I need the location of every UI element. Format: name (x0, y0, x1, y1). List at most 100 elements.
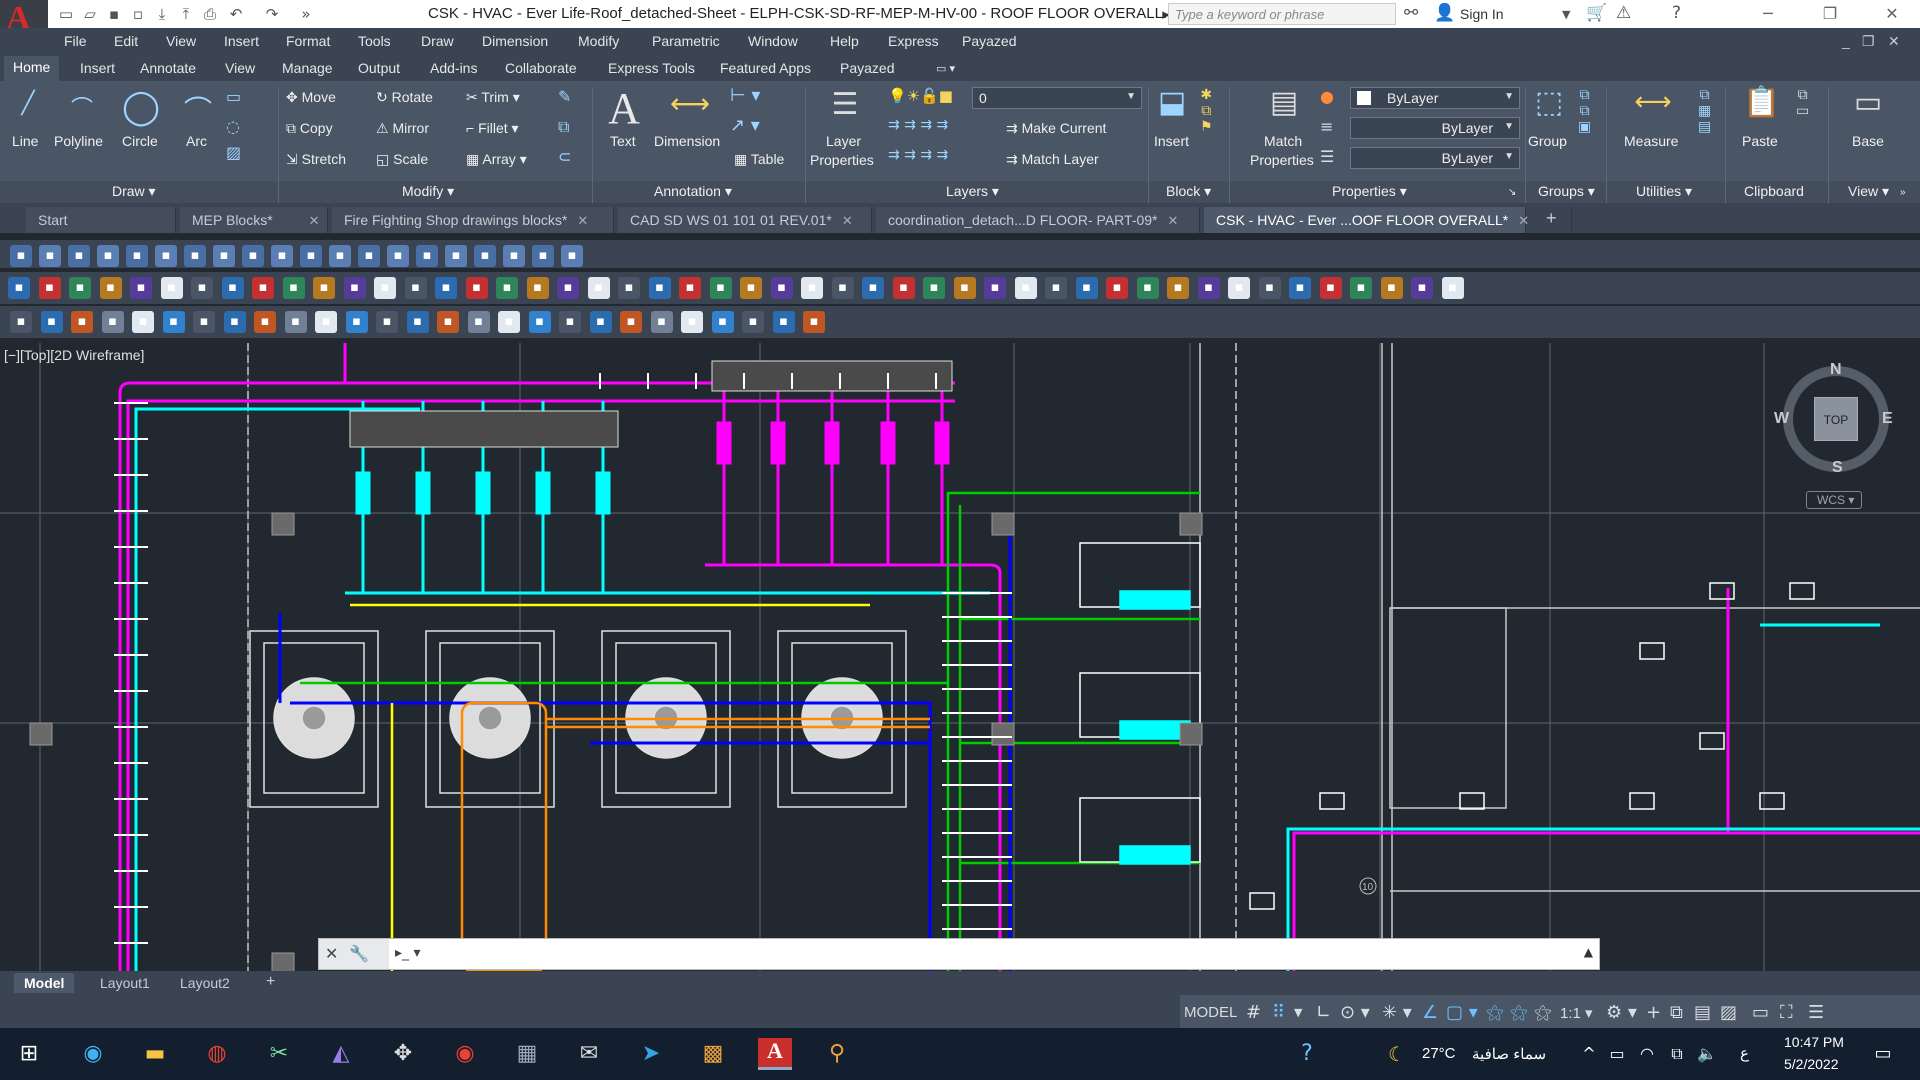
color-wheel-icon[interactable]: ● (1320, 87, 1334, 106)
toolbar-tool-icon[interactable]: ▪ (1075, 277, 1098, 299)
polyline-button[interactable]: Polyline (54, 133, 103, 149)
close-tab-icon[interactable]: ✕ (1168, 213, 1179, 228)
toolbar-tool-icon[interactable]: ▪ (1411, 277, 1433, 299)
draw-panel-title[interactable]: Draw ▾ (112, 183, 156, 200)
ribbon-minimize-icon[interactable]: ▭ ▾ (936, 62, 955, 75)
toolbar-tool-icon[interactable]: ▪ (740, 277, 762, 299)
ribbon-tab-payazed[interactable]: Payazed (840, 60, 894, 76)
array-button[interactable]: ▦ Array ▾ (466, 151, 527, 168)
offset-icon[interactable]: ⊂ (558, 147, 571, 166)
toolbar-tool-icon[interactable]: ▪ (892, 277, 915, 299)
clipboard-tools-icons[interactable]: ⧉ ▭ (1796, 87, 1809, 119)
help-icon[interactable]: ? (1672, 3, 1681, 23)
toolbar-tool-icon[interactable]: ▪ (709, 277, 732, 299)
app-icon-tools[interactable]: ✥ (386, 1038, 420, 1070)
clock-time[interactable]: 10:47 PM (1784, 1034, 1844, 1050)
menu-parametric[interactable]: Parametric (652, 33, 720, 49)
group-tools-icons[interactable]: ⧉ ⧉ ▣ (1578, 87, 1591, 135)
command-history-icon[interactable]: ▲ (1584, 945, 1593, 959)
weather-temperature[interactable]: 27°C (1422, 1045, 1456, 1062)
stretch-button[interactable]: ⇲ Stretch (286, 151, 346, 168)
calculator-icon[interactable]: ▦ (510, 1038, 544, 1070)
annotation-scale-icon[interactable]: ⚝ (1534, 1002, 1552, 1023)
toolbar-tool-icon[interactable]: ▪ (193, 311, 215, 333)
units-icon[interactable]: ⧉ (1670, 1002, 1683, 1023)
toolbar-tool-icon[interactable]: ▪ (831, 277, 854, 299)
doc-tab-csk-hvac[interactable]: CSK - HVAC - Ever ...OOF FLOOR OVERALL* ✕ (1204, 207, 1529, 233)
menu-payazed[interactable]: Payazed (962, 33, 1016, 49)
toolbar-tool-icon[interactable]: ▪ (498, 311, 520, 333)
explode-icon[interactable]: ⧉ (558, 117, 569, 137)
layout-tab-model[interactable]: Model (14, 973, 75, 993)
toolbar-tool-icon[interactable]: ▪ (155, 245, 177, 267)
viewcube-top-face[interactable]: TOP (1814, 397, 1858, 441)
paste-button[interactable]: Paste (1742, 133, 1778, 149)
text-icon[interactable]: A (604, 83, 644, 134)
object-snap-icon[interactable]: ▢ ▾ (1446, 1002, 1478, 1023)
toolbar-tool-icon[interactable]: ▪ (71, 311, 93, 333)
weather-moon-icon[interactable]: ☾ (1380, 1038, 1414, 1070)
toolbar-tool-icon[interactable]: ▪ (437, 311, 459, 333)
toolbar-tool-icon[interactable]: ▪ (1258, 277, 1281, 299)
toolbar-tool-icon[interactable]: ▪ (711, 311, 734, 333)
model-space-button[interactable]: MODEL (1184, 1004, 1237, 1021)
trim-button[interactable]: ✂ Trim ▾ (466, 89, 520, 106)
table-button[interactable]: ▦ Table (734, 151, 784, 168)
toolbar-tool-icon[interactable]: ▪ (126, 245, 148, 267)
viewcube-west[interactable]: W (1774, 410, 1789, 428)
weather-condition[interactable]: سماء صافية (1472, 1045, 1546, 1063)
toolbar-tool-icon[interactable]: ▪ (648, 277, 671, 299)
wcs-menu[interactable]: WCS ▾ (1806, 491, 1862, 509)
toolbar-tool-icon[interactable]: ▪ (526, 277, 549, 299)
doc-tab-mep-blocks[interactable]: MEP Blocks* ✕ (180, 207, 328, 233)
ribbon-tab-annotate[interactable]: Annotate (140, 60, 196, 76)
block-panel-title[interactable]: Block ▾ (1166, 183, 1211, 200)
toolbar-tool-icon[interactable]: ▪ (406, 311, 429, 333)
doc-restore-icon[interactable]: ❐ (1862, 33, 1875, 50)
arc-icon[interactable]: ⌒ (178, 89, 218, 129)
toolbar-tool-icon[interactable]: ▪ (39, 245, 61, 267)
sign-in-button[interactable]: Sign In (1460, 6, 1504, 22)
toolbar-tool-icon[interactable]: ▪ (252, 277, 274, 299)
toolbar-tool-icon[interactable]: ▪ (8, 277, 30, 299)
workspace-gear-icon[interactable]: ⚙ ▾ (1606, 1002, 1637, 1023)
toolbar-tool-icon[interactable]: ▪ (376, 311, 398, 333)
base-view-icon[interactable]: ▭ (1846, 85, 1890, 120)
restore-button[interactable]: ❐ (1808, 2, 1852, 26)
toolbar-tool-icon[interactable]: ▪ (1319, 277, 1342, 299)
rectangle-icon[interactable]: ▭ (226, 87, 241, 106)
dimension-icon[interactable]: ⟷ (664, 87, 716, 120)
open-file-icon[interactable]: ▱ (80, 4, 100, 24)
clock-date[interactable]: 5/2/2022 (1784, 1056, 1839, 1072)
color-dropdown[interactable]: ByLayer ▼ (1350, 87, 1520, 109)
mail-icon[interactable]: ✉ (572, 1038, 606, 1070)
autodesk-apps-icon[interactable]: ⚠ (1616, 3, 1631, 23)
toolbar-tool-icon[interactable]: ▪ (445, 245, 467, 267)
toolbar-tool-icon[interactable]: ▪ (984, 277, 1006, 299)
toolbar-tool-icon[interactable]: ▪ (404, 277, 427, 299)
user-icon[interactable]: 👤 (1434, 3, 1455, 23)
new-file-icon[interactable]: ▭ (56, 4, 76, 24)
toolbar-tool-icon[interactable]: ▪ (587, 277, 610, 299)
modify-panel-title[interactable]: Modify ▾ (402, 183, 454, 200)
dimension-button[interactable]: Dimension (654, 133, 720, 149)
isolate-objects-icon[interactable]: ▨ (1720, 1002, 1737, 1023)
toolbar-tool-icon[interactable]: ▪ (254, 311, 276, 333)
lineweight-dropdown[interactable]: ByLayer ▼ (1350, 117, 1520, 139)
toolbar-tool-icon[interactable]: ▪ (1136, 277, 1159, 299)
viewcube[interactable]: N S E W TOP (1774, 361, 1893, 476)
toolbar-tool-icon[interactable]: ▪ (559, 311, 581, 333)
polyline-icon[interactable]: ⌒ (58, 91, 106, 123)
toolbar-tool-icon[interactable]: ▪ (313, 277, 335, 299)
app-icon-grid[interactable]: ▩ (696, 1038, 730, 1070)
save-as-icon[interactable]: ▫ (128, 4, 148, 24)
circle-icon[interactable]: ◯ (118, 87, 164, 127)
match-layer-button[interactable]: ⇉ Match Layer (1006, 151, 1099, 168)
isodraft-icon[interactable]: ✳ ▾ (1382, 1002, 1412, 1023)
toolbar-tool-icon[interactable]: ▪ (679, 277, 701, 299)
layer-tools-icons-row1[interactable]: ⇉ ⇉ ⇉ ⇉ (888, 117, 948, 133)
toolbar-tool-icon[interactable]: ▪ (223, 311, 246, 333)
layer-dropdown[interactable]: 0 ▼ (972, 87, 1142, 109)
new-tab-button[interactable]: + (1536, 207, 1572, 233)
object-snap-tracking-icon[interactable]: ∠ (1422, 1002, 1438, 1023)
